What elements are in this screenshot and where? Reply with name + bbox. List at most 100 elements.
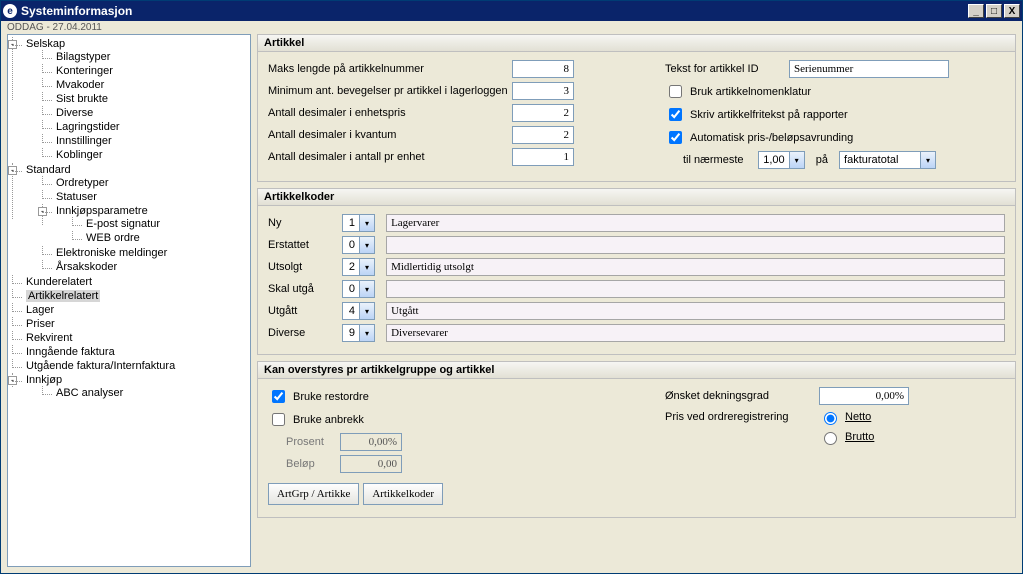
- label: Ny: [268, 217, 338, 229]
- kode-text-input[interactable]: [386, 280, 1005, 298]
- window-title: Systeminformasjon: [21, 4, 132, 18]
- group-header: Artikkel: [258, 35, 1015, 52]
- collapse-icon[interactable]: -: [8, 166, 17, 175]
- tree-node-innkjopsparam[interactable]: - Innkjøpsparametre E-post signatur WEB …: [42, 204, 248, 246]
- label: Minimum ant. bevegelser pr artikkel i la…: [268, 85, 508, 97]
- minimize-button[interactable]: _: [968, 4, 984, 18]
- close-button[interactable]: X: [1004, 4, 1020, 18]
- desimaler-enhetspris-input[interactable]: [512, 104, 574, 122]
- tree-node-innkjop[interactable]: - Innkjøp ABC analyser: [12, 373, 248, 401]
- chk-restordre[interactable]: [272, 390, 285, 403]
- label: Beløp: [286, 458, 336, 470]
- chk-anbrekk[interactable]: [272, 413, 285, 426]
- paa-combo[interactable]: fakturatotal ▾: [839, 151, 936, 169]
- tree-item[interactable]: Bilagstyper: [42, 50, 248, 64]
- label: Brutto: [845, 431, 874, 443]
- tree-item[interactable]: Konteringer: [42, 64, 248, 78]
- tree-node-standard[interactable]: - Standard Ordretyper Statuser - Innkjøp…: [12, 163, 248, 275]
- kode-row: Ny 1▾: [268, 214, 1005, 232]
- tree-item[interactable]: Koblinger: [42, 148, 248, 162]
- kode-text-input[interactable]: [386, 324, 1005, 342]
- tekst-artikkel-id-input[interactable]: [789, 60, 949, 78]
- kode-row: Utsolgt 2▾: [268, 258, 1005, 276]
- kode-num-combo[interactable]: 0▾: [342, 280, 375, 298]
- tree-item[interactable]: Kunderelatert: [12, 275, 248, 289]
- tree-item[interactable]: Lager: [12, 303, 248, 317]
- tree-item[interactable]: Årsakskoder: [42, 260, 248, 274]
- label: Diverse: [268, 327, 338, 339]
- maximize-button[interactable]: □: [986, 4, 1002, 18]
- artikkelkoder-button[interactable]: Artikkelkoder: [363, 483, 443, 505]
- label: Automatisk pris-/beløpsavrunding: [690, 132, 853, 144]
- radio-netto[interactable]: [824, 412, 837, 425]
- label: på: [816, 154, 828, 166]
- app-window: e Systeminformasjon _ □ X ODDAG - 27.04.…: [0, 0, 1023, 574]
- min-bevegelser-input[interactable]: [512, 82, 574, 100]
- artgrp-button[interactable]: ArtGrp / Artikke: [268, 483, 359, 505]
- radio-brutto[interactable]: [824, 432, 837, 445]
- group-header: Artikkelkoder: [258, 189, 1015, 206]
- tree-item[interactable]: Priser: [12, 317, 248, 331]
- kode-num-combo[interactable]: 4▾: [342, 302, 375, 320]
- tree-node-selskap[interactable]: - Selskap Bilagstyper Konteringer Mvakod…: [12, 37, 248, 163]
- desimaler-kvantum-input[interactable]: [512, 126, 574, 144]
- label: Antall desimaler i enhetspris: [268, 107, 508, 119]
- kode-num-combo[interactable]: 9▾: [342, 324, 375, 342]
- naermeste-combo[interactable]: 1,00 ▾: [758, 151, 805, 169]
- group-artikkelkoder: Artikkelkoder Ny1▾ Erstattet0▾ Utsolgt2▾…: [257, 188, 1016, 355]
- group-header: Kan overstyres pr artikkelgruppe og arti…: [258, 362, 1015, 379]
- tree-item[interactable]: Lagringstider: [42, 120, 248, 134]
- kode-row: Skal utgå0▾: [268, 280, 1005, 298]
- kode-num-combo[interactable]: 0▾: [342, 236, 375, 254]
- chevron-down-icon[interactable]: ▾: [789, 152, 804, 168]
- label: Utsolgt: [268, 261, 338, 273]
- titlebar: e Systeminformasjon _ □ X: [1, 1, 1022, 21]
- chevron-down-icon[interactable]: ▾: [359, 303, 374, 319]
- chevron-down-icon[interactable]: ▾: [359, 237, 374, 253]
- label: Bruke restordre: [293, 391, 369, 403]
- collapse-icon[interactable]: -: [38, 207, 47, 216]
- kode-text-input[interactable]: [386, 236, 1005, 254]
- tree-item[interactable]: Innstillinger: [42, 134, 248, 148]
- nav-tree[interactable]: - Selskap Bilagstyper Konteringer Mvakod…: [7, 34, 251, 567]
- kode-text-input[interactable]: [386, 258, 1005, 276]
- label: Antall desimaler i antall pr enhet: [268, 151, 508, 163]
- desimaler-antall-input[interactable]: [512, 148, 574, 166]
- tree-item[interactable]: WEB ordre: [72, 231, 248, 245]
- tree-item[interactable]: E-post signatur: [72, 217, 248, 231]
- kode-text-input[interactable]: [386, 214, 1005, 232]
- chevron-down-icon[interactable]: ▾: [359, 325, 374, 341]
- kode-num-combo[interactable]: 2▾: [342, 258, 375, 276]
- tree-item-selected[interactable]: Artikkelrelatert: [12, 289, 248, 303]
- collapse-icon[interactable]: -: [8, 376, 17, 385]
- tree-item[interactable]: ABC analyser: [42, 386, 248, 400]
- chevron-down-icon[interactable]: ▾: [359, 281, 374, 297]
- tree-item[interactable]: Sist brukte: [42, 92, 248, 106]
- chk-avrunding[interactable]: [669, 131, 682, 144]
- tree-item[interactable]: Inngående faktura: [12, 345, 248, 359]
- tree-item[interactable]: Diverse: [42, 106, 248, 120]
- label: Prosent: [286, 436, 336, 448]
- chevron-down-icon[interactable]: ▾: [359, 259, 374, 275]
- tree-item[interactable]: Mvakoder: [42, 78, 248, 92]
- maks-lengde-input[interactable]: [512, 60, 574, 78]
- tree-item[interactable]: Statuser: [42, 190, 248, 204]
- dekningsgrad-input[interactable]: [819, 387, 909, 405]
- chk-fritekst[interactable]: [669, 108, 682, 121]
- chevron-down-icon[interactable]: ▾: [359, 215, 374, 231]
- prosent-input: [340, 433, 402, 451]
- tree-item[interactable]: Utgående faktura/Internfaktura: [12, 359, 248, 373]
- kode-row: Utgått 4▾: [268, 302, 1005, 320]
- tree-item[interactable]: Elektroniske meldinger: [42, 246, 248, 260]
- kode-text-input[interactable]: [386, 302, 1005, 320]
- label: Pris ved ordreregistrering: [665, 411, 815, 423]
- kode-num-combo[interactable]: 1▾: [342, 214, 375, 232]
- tree-item[interactable]: Ordretyper: [42, 176, 248, 190]
- chk-nomenklatur[interactable]: [669, 85, 682, 98]
- tree-item[interactable]: Rekvirent: [12, 331, 248, 345]
- label: Ønsket dekningsgrad: [665, 390, 815, 402]
- label: Bruk artikkelnomenklatur: [690, 86, 811, 98]
- label: Utgått: [268, 305, 338, 317]
- collapse-icon[interactable]: -: [8, 40, 17, 49]
- chevron-down-icon[interactable]: ▾: [920, 152, 935, 168]
